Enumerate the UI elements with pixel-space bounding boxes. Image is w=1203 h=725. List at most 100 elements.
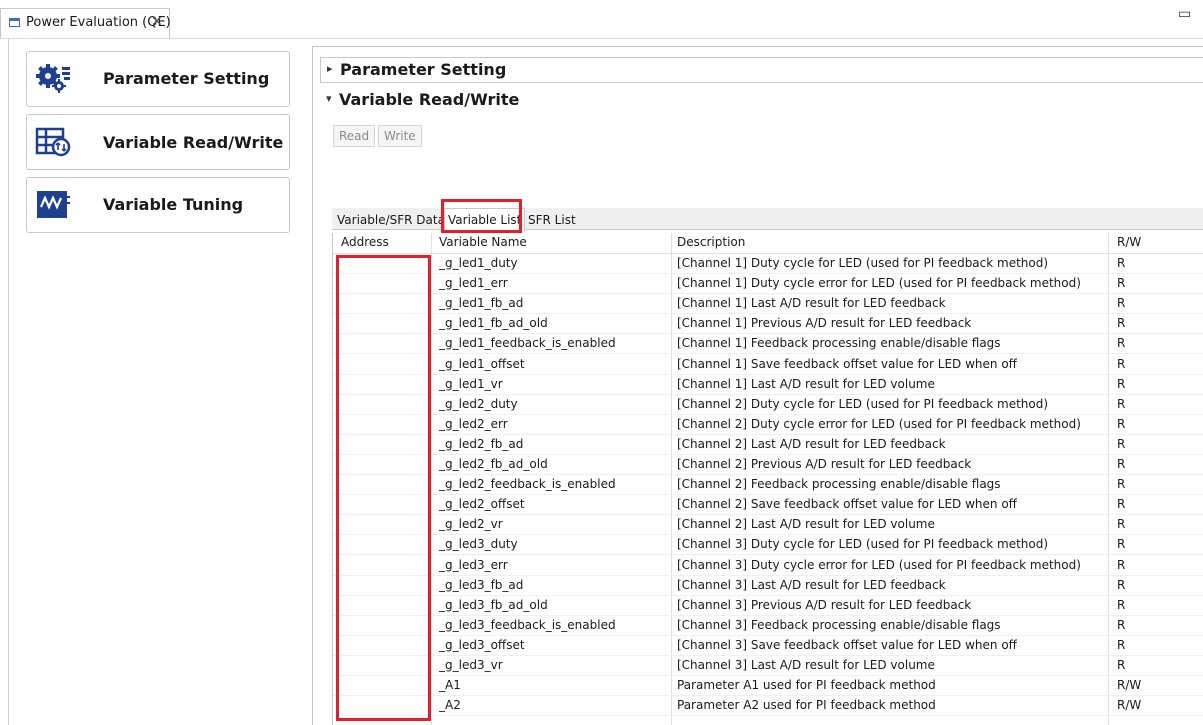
column-header-description[interactable]: Description	[677, 235, 745, 249]
variable-name-cell: _g_led2_fb_ad_old	[439, 457, 548, 471]
rw-cell: R	[1117, 577, 1126, 592]
description-cell: [Channel 1] Last A/D result for LED volu…	[677, 376, 935, 391]
description-cell: [Channel 3] Last A/D result for LED feed…	[677, 577, 946, 592]
variable-name-cell: _g_led1_feedback_is_enabled	[439, 336, 616, 351]
panel-border-top	[312, 46, 1203, 47]
table-row[interactable]: _g_led1_fb_ad [Channel 1] Last A/D result…	[333, 294, 1203, 315]
table-row[interactable]: _g_led3_fb_ad_old [Channel 3] Previous A/…	[333, 596, 1203, 616]
variable-name-cell: _g_led2_duty	[439, 396, 518, 411]
nav-variable-read-write-button[interactable]: Variable Read/Write	[26, 114, 290, 170]
view-left-border	[8, 38, 9, 725]
table-row[interactable]: _g_led3_vr [Channel 3] Last A/D result fo…	[333, 656, 1203, 676]
table-row[interactable]: _g_led2_fb_ad_old [Channel 2] Previous A/…	[333, 455, 1203, 475]
section-title: Parameter Setting	[340, 60, 507, 79]
description-cell: [Channel 2] Duty cycle error for LED (us…	[677, 416, 1081, 431]
nav-label: Variable Tuning	[103, 195, 244, 214]
description-cell: [Channel 3] Last A/D result for LED volu…	[677, 658, 935, 672]
rw-cell: R	[1117, 537, 1126, 552]
panel-border-left	[312, 46, 313, 725]
variable-name-cell: _g_led2_fb_ad	[439, 436, 524, 451]
table-row[interactable]: _A1 Parameter A1 used for PI feedback met…	[333, 676, 1203, 697]
tab-variable-sfr-data[interactable]: Variable/SFR Data	[337, 213, 445, 227]
table-row[interactable]: _g_led2_vr [Channel 2] Last A/D result fo…	[333, 515, 1203, 536]
tab-sfr-list[interactable]: SFR List	[528, 213, 576, 227]
table-row[interactable]: _g_led1_err [Channel 1] Duty cycle error …	[333, 274, 1203, 295]
description-cell: [Channel 2] Save feedback offset value f…	[677, 497, 1017, 512]
rw-cell: R	[1117, 356, 1126, 371]
column-header-rw[interactable]: R/W	[1117, 235, 1141, 249]
description-cell: [Channel 3] Duty cycle for LED (used for…	[677, 537, 1049, 552]
section-title: Variable Read/Write	[339, 90, 520, 109]
table-row[interactable]: _g_led3_err [Channel 3] Duty cycle error …	[333, 556, 1203, 576]
rw-cell: R/W	[1117, 698, 1142, 713]
table-row[interactable]: _g_led3_feedback_is_enabled [Channel 3] F…	[333, 616, 1203, 636]
description-cell: [Channel 1] Duty cycle for LED (used for…	[677, 256, 1049, 270]
rw-cell: R	[1117, 276, 1126, 291]
variable-name-cell: _g_led1_vr	[439, 376, 503, 391]
table-row[interactable]: _g_led2_feedback_is_enabled [Channel 2] F…	[333, 475, 1203, 496]
description-cell: [Channel 2] Feedback processing enable/d…	[677, 477, 1001, 492]
table-row[interactable]: _g_led2_fb_ad [Channel 2] Last A/D result…	[333, 435, 1203, 455]
tab-bar-divider	[0, 38, 1203, 39]
table-row[interactable]: _g_led1_offset [Channel 1] Save feedback …	[333, 355, 1203, 375]
close-icon[interactable]: ✕	[151, 14, 163, 30]
section-variable-read-write[interactable]: ▾ Variable Read/Write	[320, 88, 1203, 114]
table-row[interactable]: _g_led3_offset [Channel 3] Save feedback …	[333, 636, 1203, 656]
rw-cell: R	[1117, 457, 1126, 471]
row-divider	[333, 715, 1203, 717]
variable-name-cell: _g_led3_feedback_is_enabled	[439, 617, 616, 632]
expand-arrow-icon: ▸	[327, 62, 333, 75]
rw-cell: R	[1117, 336, 1126, 351]
column-header-variable-name[interactable]: Variable Name	[439, 235, 527, 249]
table-row[interactable]: _g_led2_offset [Channel 2] Save feedback …	[333, 495, 1203, 516]
nav-variable-tuning-button[interactable]: Variable Tuning	[26, 177, 290, 233]
view-tab-title: Power Evaluation (QE)	[26, 15, 171, 30]
highlight-box-variable-list-tab	[441, 199, 522, 233]
rw-cell: R	[1117, 256, 1126, 270]
rw-cell: R	[1117, 296, 1126, 311]
rw-cell: R	[1117, 658, 1126, 672]
rw-cell: R	[1117, 376, 1126, 391]
rw-cell: R	[1117, 497, 1126, 512]
table-row[interactable]: _g_led1_vr [Channel 1] Last A/D result fo…	[333, 375, 1203, 395]
table-header: Address Variable Name Description R/W	[333, 233, 1203, 254]
waveform-icon	[37, 191, 70, 218]
table-row[interactable]: _A2 Parameter A2 used for PI feedback met…	[333, 696, 1203, 717]
rw-cell: R	[1117, 617, 1126, 632]
nav-label: Variable Read/Write	[103, 133, 284, 152]
table-row[interactable]: _g_led2_duty [Channel 2] Duty cycle for L…	[333, 395, 1203, 415]
rw-cell: R	[1117, 557, 1126, 572]
read-button[interactable]: Read	[333, 125, 376, 147]
section-parameter-setting[interactable]: ▸ Parameter Setting	[320, 57, 1203, 83]
variable-name-cell: _g_led2_err	[439, 416, 508, 431]
variable-name-cell: _g_led3_err	[439, 557, 508, 572]
table-row[interactable]: _g_led2_err [Channel 2] Duty cycle error …	[333, 415, 1203, 435]
description-cell: [Channel 2] Last A/D result for LED feed…	[677, 436, 946, 451]
variable-name-cell: _g_led1_offset	[439, 356, 525, 371]
collapse-arrow-icon: ▾	[326, 92, 332, 105]
table-row[interactable]: _g_led1_fb_ad_old [Channel 1] Previous A/…	[333, 314, 1203, 335]
description-cell: [Channel 1] Last A/D result for LED feed…	[677, 296, 946, 311]
highlight-box-address-column	[336, 255, 431, 721]
rw-cell: R	[1117, 436, 1126, 451]
rw-cell: R	[1117, 517, 1126, 532]
minimize-icon[interactable]: ▭	[1178, 6, 1191, 22]
table-row[interactable]: _g_led3_duty [Channel 3] Duty cycle for L…	[333, 535, 1203, 556]
description-cell: [Channel 3] Previous A/D result for LED …	[677, 597, 972, 612]
rw-cell: R/W	[1117, 678, 1142, 693]
variable-name-cell: _g_led2_offset	[439, 497, 525, 512]
variable-name-cell: _g_led2_vr	[439, 517, 503, 532]
variable-name-cell: _g_led1_duty	[439, 256, 518, 270]
nav-parameter-setting-button[interactable]: Parameter Setting	[26, 51, 290, 107]
write-button[interactable]: Write	[378, 125, 422, 147]
table-row[interactable]: _g_led1_duty [Channel 1] Duty cycle for L…	[333, 254, 1203, 274]
view-tab-power-evaluation[interactable]: Power Evaluation (QE) ✕	[0, 8, 171, 38]
table-row[interactable]: _g_led1_feedback_is_enabled [Channel 1] F…	[333, 334, 1203, 355]
column-header-address[interactable]: Address	[341, 235, 389, 249]
window-icon	[9, 18, 20, 27]
variable-name-cell: _g_led3_duty	[439, 537, 518, 552]
description-cell: Parameter A1 used for PI feedback method	[677, 678, 936, 693]
variable-name-cell: _g_led1_fb_ad	[439, 296, 524, 311]
description-cell: Parameter A2 used for PI feedback method	[677, 698, 936, 713]
table-row[interactable]: _g_led3_fb_ad [Channel 3] Last A/D result…	[333, 576, 1203, 596]
